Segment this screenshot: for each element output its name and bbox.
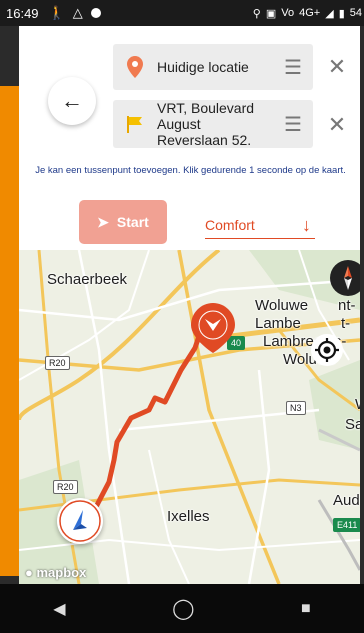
destination-line-3: Reverslaan 52. xyxy=(157,132,252,148)
road-badge: N3 xyxy=(286,401,306,415)
navigation-arrow-icon: ➤ xyxy=(97,213,109,230)
destination-field[interactable]: VRT, Boulevard August Reverslaan 52. ☰ xyxy=(113,100,313,148)
route-planner: ← Huidige locatie ☰ ✕ VRT, Boulevard Aug… xyxy=(19,26,360,584)
warning-icon: △ xyxy=(72,5,83,20)
route-profile-label: Comfort xyxy=(205,217,255,233)
volte-icon: Vo xyxy=(281,7,295,19)
signal-icon: ◢ xyxy=(325,7,334,20)
remove-origin-button[interactable]: ✕ xyxy=(325,54,349,80)
place-label-fragment: Aud xyxy=(333,492,360,509)
arrow-down-icon: ↓ xyxy=(302,214,311,235)
road-badge: R20 xyxy=(45,356,70,370)
waypoint-hint: Je kan een tussenpunt toevoegen. Klik ge… xyxy=(35,165,346,176)
origin-label: Huidige locatie xyxy=(157,59,249,75)
place-label-ixelles: Ixelles xyxy=(167,508,210,525)
system-nav-bar: ◀ ◯ ■ xyxy=(0,584,364,633)
current-location-marker[interactable] xyxy=(57,498,103,544)
drag-handle-icon[interactable]: ☰ xyxy=(273,55,313,80)
cast-icon: ▣ xyxy=(265,7,277,20)
mapbox-label: mapbox xyxy=(36,565,87,580)
place-label-fragment: nt- xyxy=(338,297,356,314)
status-notification-icons: 🚶 △ xyxy=(49,5,101,21)
right-edge xyxy=(360,26,364,584)
compass-button[interactable] xyxy=(330,260,360,296)
start-button[interactable]: ➤ Start xyxy=(79,200,167,244)
place-label-fragment: Sa xyxy=(345,416,360,433)
record-icon xyxy=(90,8,101,18)
destination-label: VRT, Boulevard August Reverslaan 52. xyxy=(157,100,273,148)
background-app-accent xyxy=(0,86,19,576)
destination-pin[interactable] xyxy=(191,303,235,358)
close-icon: ✕ xyxy=(327,54,347,79)
mapbox-logo: ● mapbox xyxy=(25,565,86,580)
start-label: Start xyxy=(116,214,149,230)
notification-icon: 🚶 xyxy=(48,5,65,20)
back-button[interactable]: ← xyxy=(48,77,96,125)
drag-handle-icon[interactable]: ☰ xyxy=(273,112,313,137)
home-nav-icon[interactable]: ◯ xyxy=(172,596,194,621)
status-time: 16:49 xyxy=(6,5,39,21)
compass-icon xyxy=(344,266,352,290)
road-badge: R20 xyxy=(53,480,78,494)
battery-icon: ▮ xyxy=(338,7,345,20)
place-label-woluwe: Woluwe xyxy=(255,297,309,314)
network-label: 4G+ xyxy=(299,7,321,19)
status-bar: 16:49 🚶 △ ⚲ ▣ Vo 4G+ ◢ ▮ 54 xyxy=(0,0,364,26)
crosshair-icon xyxy=(315,338,339,362)
origin-field[interactable]: Huidige locatie ☰ xyxy=(113,44,313,90)
destination-line-1: VRT, Boulevard xyxy=(157,100,255,116)
place-label-fragment: W xyxy=(355,396,360,413)
recents-nav-icon[interactable]: ■ xyxy=(301,600,311,618)
route-profile-select[interactable]: Comfort ↓ xyxy=(205,212,315,239)
status-right: ⚲ ▣ Vo 4G+ ◢ ▮ 54 xyxy=(253,7,362,20)
road-badge: E411 xyxy=(333,518,360,532)
place-label-lambe: Lambe xyxy=(255,315,301,332)
place-label-schaerbeek: Schaerbeek xyxy=(47,271,128,288)
battery-percent: 54 xyxy=(349,7,362,19)
mapbox-icon: ● xyxy=(25,565,33,580)
location-pin-icon xyxy=(113,56,157,78)
back-nav-icon[interactable]: ◀ xyxy=(53,599,65,619)
location-icon: ⚲ xyxy=(252,7,261,20)
destination-line-2: August xyxy=(157,116,201,132)
remove-destination-button[interactable]: ✕ xyxy=(325,112,349,138)
close-icon: ✕ xyxy=(327,112,347,137)
locate-me-button[interactable] xyxy=(311,334,343,366)
place-label-fragment: t- xyxy=(341,315,351,332)
background-app-edge xyxy=(0,26,19,584)
arrow-left-icon: ← xyxy=(61,88,83,113)
flag-icon xyxy=(113,114,157,134)
